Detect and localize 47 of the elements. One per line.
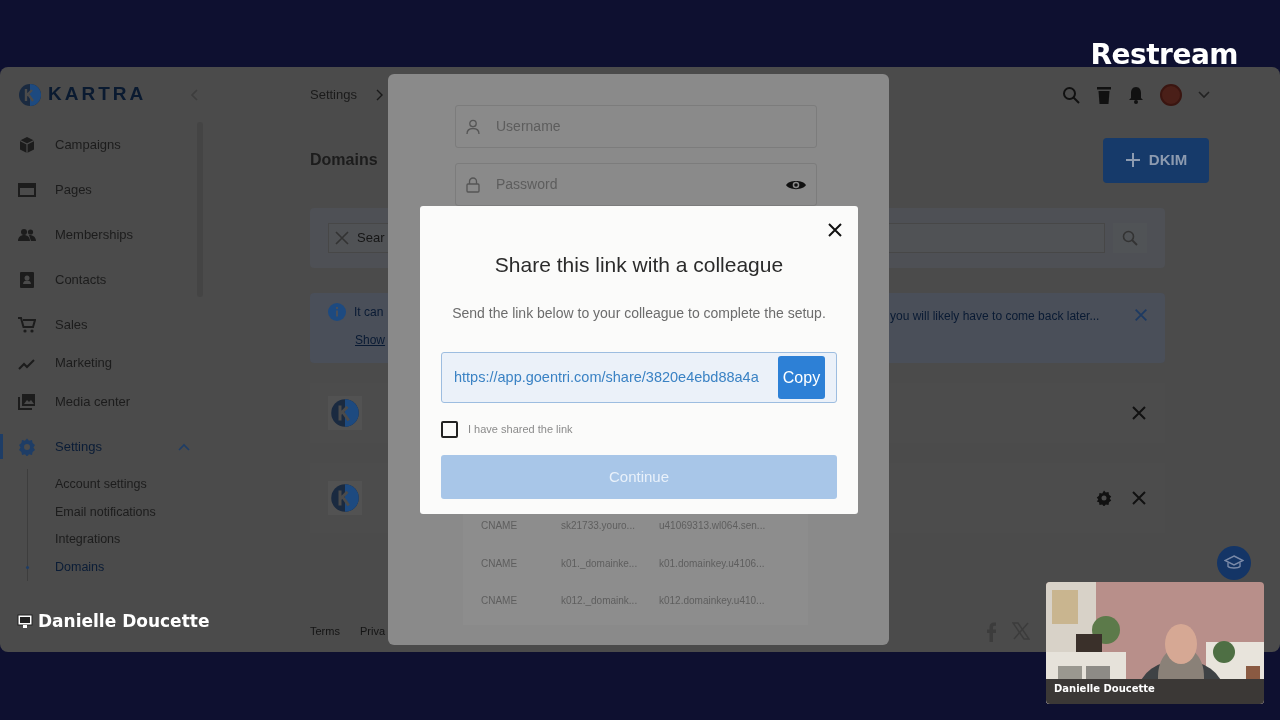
- sidebar-subitem[interactable]: Domains: [28, 553, 205, 581]
- trash-icon[interactable]: [1096, 85, 1112, 104]
- close-button[interactable]: [828, 223, 842, 237]
- bell-icon[interactable]: [1128, 85, 1144, 104]
- app-logo: KARTRA: [48, 82, 147, 107]
- lock-icon: [466, 176, 480, 193]
- monitor-icon: [17, 613, 33, 629]
- cart-icon: [18, 315, 36, 334]
- show-link[interactable]: Show: [355, 331, 386, 349]
- gear-icon[interactable]: [1096, 490, 1112, 506]
- presenter-name: Danielle Doucette: [38, 611, 210, 631]
- k-logo-icon: [330, 398, 360, 428]
- info-icon: [328, 303, 346, 321]
- chevron-down-icon[interactable]: [1198, 90, 1210, 99]
- brand-logo: Restream: [1090, 38, 1238, 71]
- copy-button[interactable]: Copy: [778, 356, 825, 399]
- person-icon: [466, 118, 480, 135]
- close-icon[interactable]: [1130, 489, 1148, 507]
- images-icon: [18, 392, 36, 411]
- close-icon[interactable]: [1130, 404, 1148, 422]
- k-logo-icon: [18, 82, 42, 107]
- chevron-right-icon: [375, 88, 383, 101]
- gear-icon: [18, 437, 36, 456]
- avatar[interactable]: [1160, 83, 1182, 106]
- sidebar-item[interactable]: Settings: [0, 424, 205, 469]
- plus-icon: [1124, 152, 1141, 168]
- close-icon[interactable]: [1133, 307, 1149, 323]
- checkbox[interactable]: [441, 420, 458, 438]
- clear-icon[interactable]: [335, 231, 349, 245]
- checkbox-label: I have shared the link: [468, 421, 573, 437]
- selected-dot: [26, 565, 29, 569]
- search-icon[interactable]: [1062, 85, 1080, 104]
- alert-text: you will likely have to come back later...: [890, 308, 1100, 325]
- cube-icon: [18, 135, 36, 154]
- dialog-title: Share this link with a colleague: [493, 252, 785, 274]
- browser-icon: [18, 180, 36, 199]
- graduation-cap-icon: [1224, 555, 1244, 571]
- close-icon: [828, 223, 842, 237]
- chevron-up-icon[interactable]: [178, 442, 190, 451]
- camera-caption: Danielle Doucette: [1054, 683, 1155, 694]
- dialog-description: Send the link below to your colleague to complete the setup.: [451, 304, 827, 323]
- contact-card-icon: [18, 270, 36, 289]
- search-icon: [1122, 230, 1138, 246]
- link-field[interactable]: https://app.goentri.com/share/3820e4ebd88a4a Copy: [441, 352, 837, 403]
- alert-text: It can: [354, 304, 384, 321]
- add-dkim-button[interactable]: DKIM: [1103, 137, 1209, 183]
- k-logo-icon: [330, 483, 360, 513]
